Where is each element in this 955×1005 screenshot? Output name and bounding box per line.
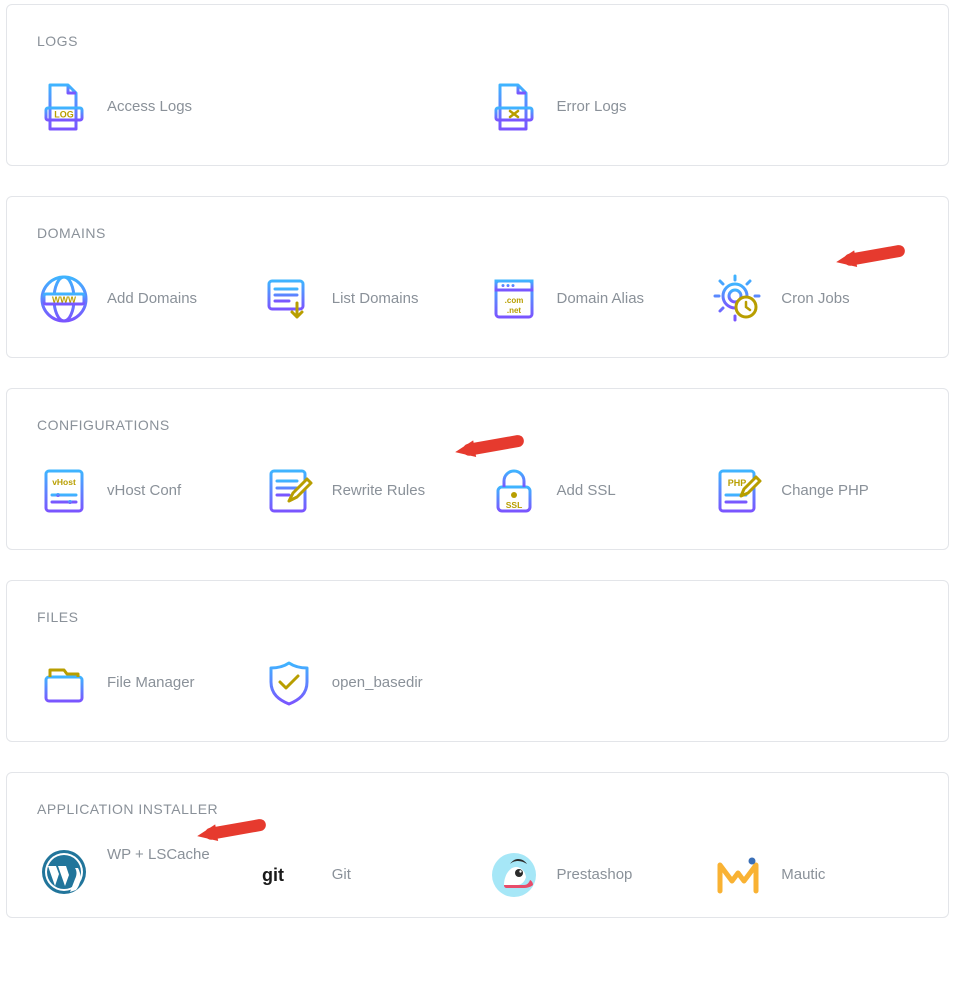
item-vhost-conf[interactable]: vHost vHost Conf	[37, 461, 244, 521]
item-cron-jobs[interactable]: Cron Jobs	[711, 269, 918, 329]
panel-domains: DOMAINS WWW Add Domains	[6, 196, 949, 358]
item-add-ssl[interactable]: SSL Add SSL	[487, 461, 694, 521]
item-git[interactable]: git Git	[262, 845, 469, 905]
item-label: WP + LSCache	[107, 845, 210, 865]
panel-title-files: FILES	[37, 609, 918, 625]
list-domains-icon	[262, 272, 316, 326]
mautic-icon	[711, 848, 765, 902]
error-log-icon	[487, 80, 541, 134]
item-label: Git	[332, 865, 351, 885]
panel-title-logs: LOGS	[37, 33, 918, 49]
svg-text:vHost: vHost	[52, 477, 76, 487]
item-label: Change PHP	[781, 481, 869, 501]
item-label: Domain Alias	[557, 289, 645, 309]
item-error-logs[interactable]: Error Logs	[487, 77, 919, 137]
item-file-manager[interactable]: File Manager	[37, 653, 244, 713]
vhost-conf-icon: vHost	[37, 464, 91, 518]
item-label: File Manager	[107, 673, 195, 693]
item-open-basedir[interactable]: open_basedir	[262, 653, 469, 713]
item-change-php[interactable]: PHP Change PHP	[711, 461, 918, 521]
item-mautic[interactable]: Mautic	[711, 845, 918, 905]
item-label: Cron Jobs	[781, 289, 849, 309]
item-label: Access Logs	[107, 97, 192, 117]
grid-files: File Manager open_basedir	[37, 653, 918, 713]
panel-title-application-installer: APPLICATION INSTALLER	[37, 801, 918, 817]
item-wp-lscache[interactable]: WP + LSCache	[37, 845, 244, 905]
svg-text:.com: .com	[504, 296, 523, 305]
svg-text:LOG: LOG	[54, 110, 74, 120]
svg-text:git: git	[262, 865, 284, 885]
svg-text:PHP: PHP	[728, 478, 747, 488]
grid-domains: WWW Add Domains List Domains	[37, 269, 918, 329]
globe-add-icon: WWW	[37, 272, 91, 326]
access-log-icon: LOG	[37, 80, 91, 134]
domain-alias-icon: .com .net	[487, 272, 541, 326]
panel-title-domains: DOMAINS	[37, 225, 918, 241]
panel-logs: LOGS LOG Access Logs	[6, 4, 949, 166]
item-rewrite-rules[interactable]: Rewrite Rules	[262, 461, 469, 521]
item-label: Prestashop	[557, 865, 633, 885]
grid-configurations: vHost vHost Conf Rewrite Rules	[37, 461, 918, 521]
svg-text:SSL: SSL	[505, 500, 522, 510]
grid-application-installer: WP + LSCache git Git	[37, 845, 918, 905]
item-list-domains[interactable]: List Domains	[262, 269, 469, 329]
item-label: vHost Conf	[107, 481, 181, 501]
file-manager-icon	[37, 656, 91, 710]
panel-files: FILES File Manager	[6, 580, 949, 742]
wordpress-icon	[37, 845, 91, 899]
item-label: Add Domains	[107, 289, 197, 309]
change-php-icon: PHP	[711, 464, 765, 518]
item-domain-alias[interactable]: .com .net Domain Alias	[487, 269, 694, 329]
panel-application-installer: APPLICATION INSTALLER WP + LSCache git	[6, 772, 949, 918]
panel-title-configurations: CONFIGURATIONS	[37, 417, 918, 433]
svg-text:.net: .net	[506, 306, 521, 315]
git-icon: git	[262, 848, 316, 902]
item-label: Mautic	[781, 865, 825, 885]
item-label: Rewrite Rules	[332, 481, 425, 501]
item-prestashop[interactable]: Prestashop	[487, 845, 694, 905]
item-label: List Domains	[332, 289, 419, 309]
item-label: Add SSL	[557, 481, 616, 501]
shield-check-icon	[262, 656, 316, 710]
rewrite-rules-icon	[262, 464, 316, 518]
item-label: open_basedir	[332, 673, 423, 693]
item-access-logs[interactable]: LOG Access Logs	[37, 77, 469, 137]
panel-configurations: CONFIGURATIONS vHost vHost Conf	[6, 388, 949, 550]
item-label: Error Logs	[557, 97, 627, 117]
prestashop-icon	[487, 848, 541, 902]
item-add-domains[interactable]: WWW Add Domains	[37, 269, 244, 329]
svg-text:WWW: WWW	[52, 295, 77, 305]
cron-jobs-icon	[711, 272, 765, 326]
grid-logs: LOG Access Logs Error Logs	[37, 77, 918, 137]
ssl-lock-icon: SSL	[487, 464, 541, 518]
